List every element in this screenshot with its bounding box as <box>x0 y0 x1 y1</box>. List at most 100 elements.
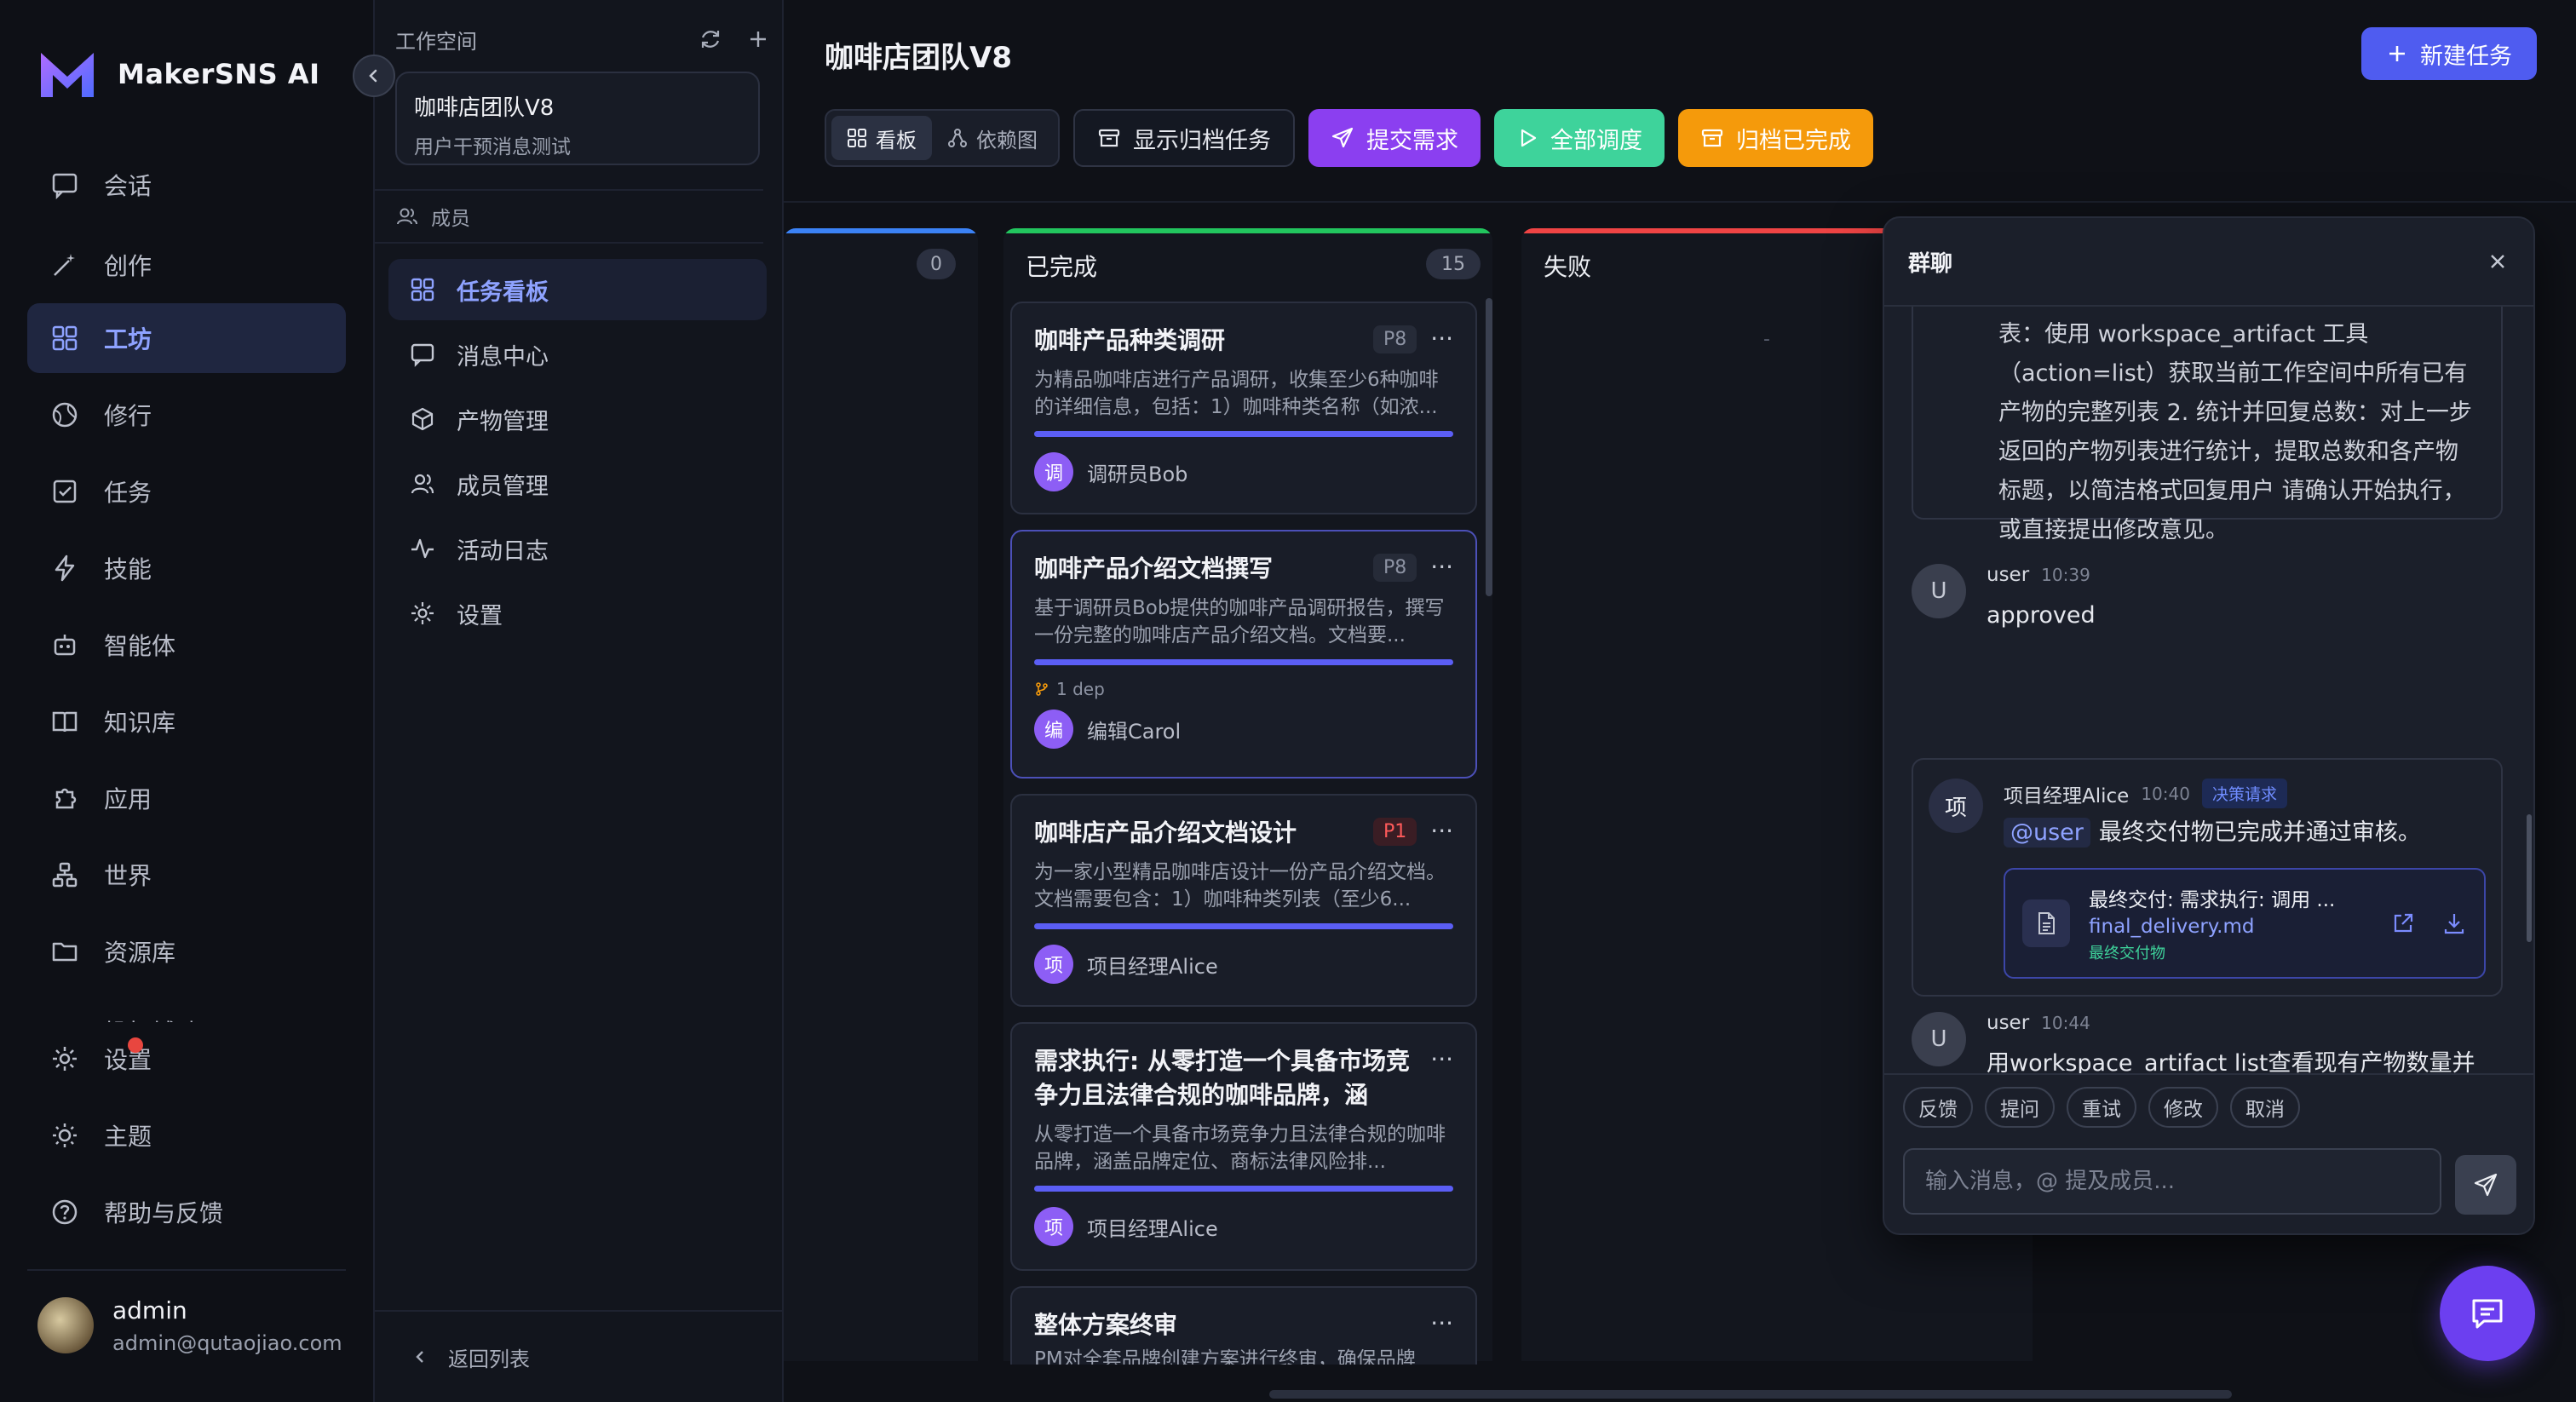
members-section[interactable]: 成员 <box>375 189 763 244</box>
view-toggle: 看板 依赖图 <box>825 109 1060 167</box>
nav-item-agents[interactable]: 智能体 <box>27 610 346 680</box>
robot-icon <box>48 628 82 662</box>
show-archived-button[interactable]: 显示归档任务 <box>1073 109 1295 167</box>
assignee-name: 项目经理Alice <box>1087 1216 1218 1241</box>
message-time: 10:40 <box>2141 783 2190 804</box>
progress-bar <box>1034 923 1453 929</box>
user-profile[interactable]: admin admin@qutaojiao.com <box>27 1269 346 1380</box>
more-options-icon[interactable]: ··· <box>1430 552 1453 583</box>
more-options-icon[interactable]: ··· <box>1430 1044 1453 1075</box>
avatar: 项 <box>1929 779 1983 833</box>
download-icon[interactable] <box>2441 911 2467 936</box>
file-name[interactable]: final_delivery.md <box>2089 916 2390 938</box>
nav-item-theme[interactable]: 主题 <box>27 1100 346 1170</box>
board-horizontal-scrollbar[interactable] <box>1269 1390 2232 1399</box>
nav-item-resources[interactable]: 资源库 <box>27 916 346 986</box>
board-column-pending: 0 <box>784 228 978 1361</box>
user-email: admin@qutaojiao.com <box>112 1330 342 1355</box>
dependency-graph-icon <box>948 129 967 147</box>
close-icon[interactable] <box>2486 250 2510 273</box>
task-title: 咖啡产品种类调研 <box>1034 326 1226 354</box>
nav-item-skills[interactable]: 技能 <box>27 533 346 603</box>
artifact-file-card[interactable]: 最终交付: 需求执行: 调用 ... final_delivery.md 最终交… <box>2004 868 2486 979</box>
priority-badge: P8 <box>1373 325 1417 353</box>
submit-request-button[interactable]: 提交需求 <box>1308 109 1481 167</box>
more-options-icon[interactable]: ··· <box>1430 816 1453 847</box>
more-options-icon[interactable]: ··· <box>1430 1308 1453 1339</box>
file-tag: 最终交付物 <box>2089 945 2165 962</box>
nav-item-label: 会话 <box>104 172 152 200</box>
gear-icon <box>48 1042 82 1076</box>
archive-completed-button[interactable]: 归档已完成 <box>1678 109 1873 167</box>
column-color-bar <box>784 228 978 233</box>
nav-item-label: 智能体 <box>104 632 176 660</box>
workspace-card[interactable]: 咖啡店团队V8 用户干预消息测试 <box>395 72 760 165</box>
task-description: 为一家小型精品咖啡店设计一份产品介绍文档。文档需要包含：1）咖啡种类列表（至少6… <box>1034 861 1446 911</box>
quick-retry-button[interactable]: 重试 <box>2067 1087 2136 1128</box>
ws-item-label: 消息中心 <box>457 343 549 371</box>
quick-feedback-button[interactable]: 反馈 <box>1903 1087 1973 1128</box>
quick-modify-button[interactable]: 修改 <box>2148 1087 2218 1128</box>
play-icon <box>1521 129 1537 147</box>
new-task-button[interactable]: 新建任务 <box>2361 27 2537 80</box>
ws-item-members[interactable]: 成员管理 <box>388 453 767 514</box>
nav-item-help[interactable]: 帮助与反馈 <box>27 1177 346 1247</box>
chat-input[interactable] <box>1903 1148 2441 1215</box>
sender-name: user <box>1987 1012 2030 1034</box>
dependency-view-button[interactable]: 依赖图 <box>932 116 1053 160</box>
task-card[interactable]: 咖啡店产品介绍文档设计 P1 ··· 为一家小型精品咖啡店设计一份产品介绍文档。… <box>1010 794 1477 1007</box>
more-options-icon[interactable]: ··· <box>1430 324 1453 354</box>
lightning-icon <box>48 551 82 585</box>
ws-item-task-board[interactable]: 任务看板 <box>388 259 767 320</box>
nav-item-world[interactable]: 世界 <box>27 840 346 910</box>
nav-item-label: 任务 <box>104 479 152 507</box>
chat-scrollbar[interactable] <box>2527 814 2532 942</box>
nav-item-workshop[interactable]: 工坊 <box>27 303 346 373</box>
quick-ask-button[interactable]: 提问 <box>1985 1087 2055 1128</box>
task-card[interactable]: 咖啡产品种类调研 P8 ··· 为精品咖啡店进行产品调研，收集至少6种咖啡的详细… <box>1010 302 1477 514</box>
nav-item-apps[interactable]: 应用 <box>27 763 346 833</box>
column-scrollbar[interactable] <box>1486 298 1492 596</box>
external-link-icon[interactable] <box>2390 911 2416 936</box>
message-text: 最终交付物已完成并通过审核。 <box>2098 819 2421 846</box>
nav-item-tasks[interactable]: 任务 <box>27 457 346 526</box>
task-card[interactable]: 咖啡产品介绍文档撰写 P8 ··· 基于调研员Bob提供的咖啡产品调研报告，撰写… <box>1010 530 1477 779</box>
column-title: 已完成 <box>1026 253 1098 281</box>
file-title: 最终交付: 需求执行: 调用 ... <box>2089 889 2336 911</box>
ws-item-messages[interactable]: 消息中心 <box>388 324 767 385</box>
chat-fab-button[interactable] <box>2440 1266 2535 1361</box>
ws-item-activity[interactable]: 活动日志 <box>388 518 767 579</box>
task-title: 咖啡产品介绍文档撰写 <box>1034 554 1274 583</box>
header-divider <box>784 201 2576 203</box>
ws-item-artifacts[interactable]: 产物管理 <box>388 388 767 450</box>
nav-item-knowledge[interactable]: 知识库 <box>27 687 346 756</box>
collapse-sidebar-button[interactable] <box>353 55 395 97</box>
dispatch-all-button[interactable]: 全部调度 <box>1494 109 1665 167</box>
task-card[interactable]: 整体方案终审 ··· PM对全套品牌创建方案进行终审，确保品牌定... <box>1010 1286 1477 1365</box>
nav-item-create[interactable]: 创作 <box>27 230 346 300</box>
archive-completed-label: 归档已完成 <box>1736 127 1851 154</box>
previous-message: 表：使用 workspace_artifact 工具（action=list）获… <box>1912 307 2503 543</box>
chat-bubble-icon <box>2472 1299 2503 1329</box>
globe-icon <box>48 398 82 432</box>
nav-item-chat[interactable]: 会话 <box>27 150 346 220</box>
submit-request-label: 提交需求 <box>1366 127 1458 154</box>
back-to-list-link[interactable]: 返回列表 <box>375 1310 784 1402</box>
task-card[interactable]: 需求执行: 从零打造一个具备市场竞争力且法律合规的咖啡品牌，涵盖... ··· … <box>1010 1022 1477 1271</box>
task-description: 从零打造一个具备市场竞争力且法律合规的咖啡品牌，涵盖品牌定位、商标法律风险排..… <box>1034 1123 1446 1173</box>
nav-item-practice[interactable]: 修行 <box>27 380 346 450</box>
user-mention[interactable]: @user <box>2004 818 2090 848</box>
quick-cancel-button[interactable]: 取消 <box>2230 1087 2300 1128</box>
dependency-indicator: 1 dep <box>1034 679 1453 699</box>
archive-icon <box>1098 129 1120 147</box>
refresh-icon[interactable] <box>699 27 722 51</box>
brand[interactable]: MakerSNS AI <box>37 48 320 101</box>
ws-item-label: 产物管理 <box>457 408 549 435</box>
board-view-button[interactable]: 看板 <box>831 116 932 160</box>
nav-item-settings[interactable]: 设置 <box>27 1024 346 1094</box>
nav-item-bidding[interactable]: 投标辅助 <box>27 1005 346 1022</box>
plus-icon[interactable] <box>746 27 770 51</box>
nav-item-label: 投标辅助 <box>104 1014 199 1022</box>
send-button[interactable] <box>2455 1155 2516 1215</box>
ws-item-settings[interactable]: 设置 <box>388 583 767 644</box>
